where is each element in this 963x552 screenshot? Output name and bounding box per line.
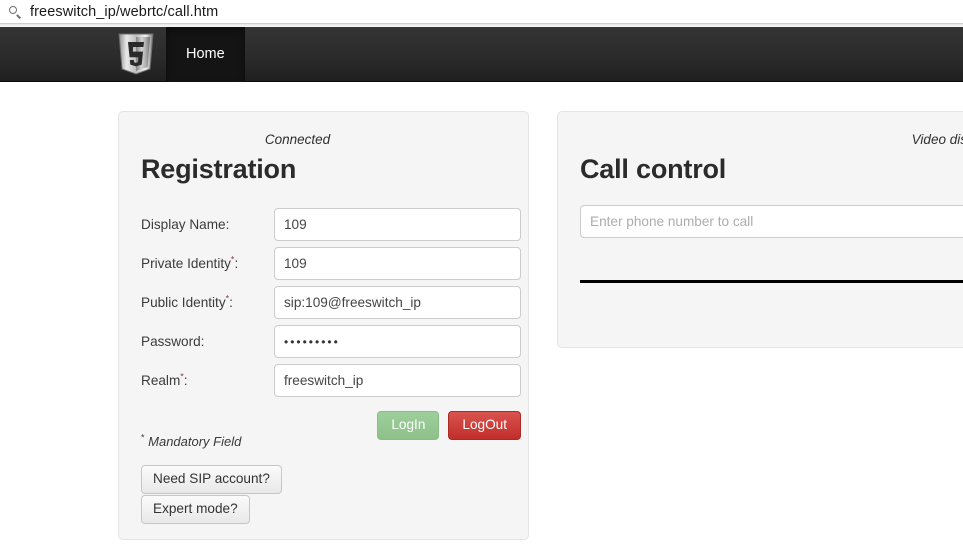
html5-shield-logo-icon[interactable] [112,27,166,82]
label-private-identity: Private Identity*: [141,254,239,271]
field-row-realm: Realm*: [141,361,521,400]
nav-item-home[interactable]: Home [166,27,245,82]
page-title-registration: Registration [141,154,297,184]
search-icon [8,5,22,19]
label-display-name: Display Name: [141,217,230,232]
page-title-call-control: Call control [580,154,727,184]
public-identity-input[interactable] [274,286,521,319]
required-asterisk: * [180,371,184,382]
registration-form: Display Name: Private Identity*: Public … [141,205,521,440]
field-row-public-identity: Public Identity*: [141,283,521,322]
call-control-divider [580,280,963,283]
mandatory-asterisk: * [141,432,145,443]
realm-input[interactable] [274,364,521,397]
field-row-display-name: Display Name: [141,205,521,244]
navbar-inner: Home [112,27,245,82]
expert-mode-button[interactable]: Expert mode? [141,495,250,524]
label-password: Password: [141,334,205,349]
display-name-input[interactable] [274,208,521,241]
field-row-private-identity: Private Identity*: [141,244,521,283]
required-asterisk: * [230,254,235,265]
top-navbar: Home [0,27,963,82]
phone-number-input[interactable] [580,205,963,238]
private-identity-input[interactable] [274,247,521,280]
password-input[interactable] [274,325,521,358]
label-public-identity: Public Identity*: [141,293,233,310]
call-control-panel: Video disabled Call control [557,111,963,348]
required-asterisk: * [225,293,230,304]
registration-panel: Connected Registration Display Name: Pri… [118,111,529,540]
mandatory-field-text: Mandatory Field [148,434,242,449]
nav-item-home-label: Home [186,46,225,63]
video-status: Video disabled [911,132,963,147]
mandatory-field-note: * Mandatory Field [141,432,242,449]
field-row-password: Password: [141,322,521,361]
logout-button[interactable]: LogOut [448,411,521,440]
registration-status: Connected [264,132,331,147]
label-realm: Realm*: [141,371,188,388]
browser-url-bar[interactable]: freeswitch_ip/webrtc/call.htm [0,0,963,24]
need-sip-account-button[interactable]: Need SIP account? [141,465,282,494]
url-text: freeswitch_ip/webrtc/call.htm [30,3,219,20]
login-button[interactable]: LogIn [377,411,440,440]
